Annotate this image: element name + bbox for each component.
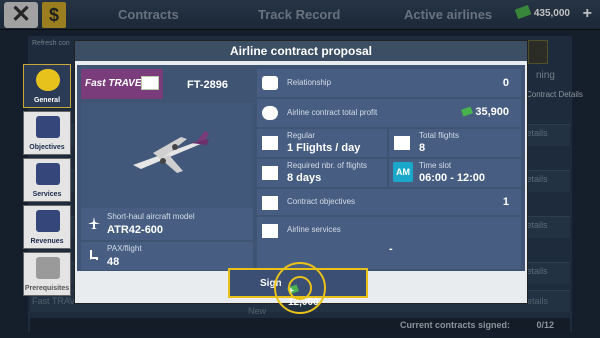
aircraft-icon xyxy=(133,131,209,173)
tab-revenues[interactable]: Revenues xyxy=(23,205,71,249)
plane-icon xyxy=(88,217,100,229)
profit-icon xyxy=(262,106,278,120)
time-slot-value: 06:00 - 12:00 xyxy=(419,172,486,184)
aircraft-model-row: Short-haul aircraft model ATR42-600 xyxy=(81,208,253,240)
attendant-icon xyxy=(262,224,278,238)
revenue-icon xyxy=(36,210,60,232)
checklist-icon xyxy=(36,257,60,279)
cash-icon xyxy=(461,106,474,117)
pax-row: PAX/flight 48 xyxy=(81,242,253,270)
tab-general[interactable]: General xyxy=(23,64,71,108)
total-flights-cell: Total flights 8 xyxy=(389,129,521,157)
aircraft-model-value: ATR42-600 xyxy=(107,224,164,236)
profit-row: Airline contract total profit 35,900 xyxy=(257,99,521,127)
schedule-icon xyxy=(262,136,278,150)
pax-label: PAX/flight xyxy=(107,244,142,253)
tab-services[interactable]: Services xyxy=(23,158,71,202)
flight-code: FT-2896 xyxy=(187,79,228,91)
clipboard-icon xyxy=(36,116,60,138)
attendant-icon xyxy=(36,163,60,185)
handshake-icon xyxy=(262,76,278,90)
aircraft-model-label: Short-haul aircraft model xyxy=(107,212,195,221)
time-slot-cell: AM Time slot 06:00 - 12:00 xyxy=(389,159,521,187)
stack-icon xyxy=(394,136,410,150)
objectives-row: Contract objectives 1 xyxy=(257,189,521,215)
airline-logo-badge xyxy=(141,76,159,90)
tap-indicator-ring xyxy=(288,276,312,300)
relationship-row: Relationship 0 xyxy=(257,69,521,97)
modal-body: Fast TRAVEL FT-2896 Short-haul aircraft … xyxy=(77,65,525,271)
profit-value: 35,900 xyxy=(461,106,509,118)
regular-cell: Regular 1 Flights / day xyxy=(257,129,387,157)
tab-prerequisites[interactable]: Prerequisites xyxy=(23,252,71,296)
total-flights-value: 8 xyxy=(419,142,426,154)
info-icon xyxy=(36,69,60,91)
services-value: - xyxy=(389,243,393,255)
pax-value: 48 xyxy=(107,256,120,268)
am-badge: AM xyxy=(393,162,413,182)
modal-title: Airline contract proposal xyxy=(75,41,527,61)
side-tabs: General Objectives Services Revenues Pre… xyxy=(23,64,71,299)
tab-objectives[interactable]: Objectives xyxy=(23,111,71,155)
required-value: 8 days xyxy=(287,172,322,184)
clipboard-icon xyxy=(262,196,278,210)
airline-logo: Fast TRAVEL xyxy=(81,69,163,99)
relationship-value: 0 xyxy=(502,77,509,89)
required-cell: Required nbr. of flights 8 days xyxy=(257,159,387,187)
regular-value: 1 Flights / day xyxy=(287,142,361,154)
calendar-icon xyxy=(262,166,278,180)
seat-icon xyxy=(90,250,98,260)
objectives-value: 1 xyxy=(502,196,509,208)
